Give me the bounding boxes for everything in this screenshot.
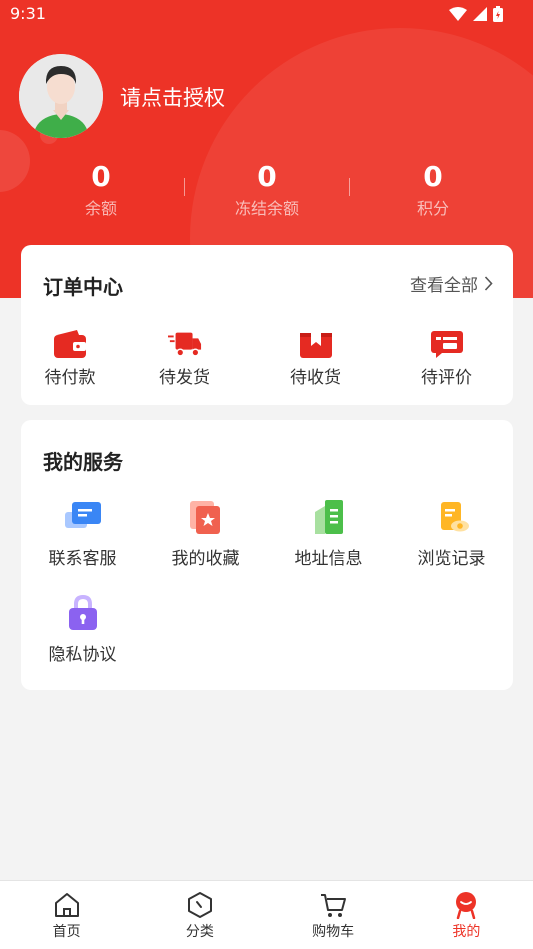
tab-category[interactable]: 分类 xyxy=(133,881,266,949)
service-label: 浏览记录 xyxy=(417,549,486,569)
tab-cart[interactable]: 购物车 xyxy=(267,881,400,949)
address-book-icon xyxy=(314,500,343,534)
signal-icon xyxy=(473,7,487,21)
account-stats: 0 余额 0 冻结余额 0 积分 xyxy=(18,158,516,228)
battery-icon xyxy=(493,6,503,22)
service-my-favorites[interactable]: 我的收藏 xyxy=(144,498,267,569)
my-services-title: 我的服务 xyxy=(43,450,123,474)
stat-balance[interactable]: 0 余额 xyxy=(18,158,184,228)
bottom-tab-bar: 首页 分类 购物车 我的 xyxy=(0,880,533,949)
stat-label: 积分 xyxy=(416,199,449,218)
order-label: 待发货 xyxy=(159,368,210,388)
service-privacy-policy[interactable]: 隐私协议 xyxy=(21,594,144,665)
stat-divider xyxy=(184,178,185,196)
stat-points[interactable]: 0 积分 xyxy=(350,158,516,228)
tab-home[interactable]: 首页 xyxy=(0,881,133,949)
order-center-card: 订单中心 查看全部 待付款 待发货 待收货 待评价 xyxy=(21,245,513,405)
star-favorite-icon xyxy=(189,501,220,534)
chat-bubble-icon xyxy=(64,502,101,528)
order-center-title: 订单中心 xyxy=(43,275,123,299)
view-all-orders-link[interactable]: 查看全部 xyxy=(410,271,493,296)
service-browse-history[interactable]: 浏览记录 xyxy=(390,498,513,569)
tab-label: 购物车 xyxy=(312,924,355,940)
tab-label: 首页 xyxy=(52,924,81,940)
lock-icon xyxy=(68,594,97,630)
delivery-truck-icon xyxy=(167,332,201,357)
login-prompt[interactable]: 请点击授权 xyxy=(120,82,225,112)
my-services-card: 我的服务 联系客服 我的收藏 地址信息 浏览记录 隐私协议 xyxy=(21,420,513,690)
order-status-row: 待付款 待发货 待收货 待评价 xyxy=(21,329,513,388)
order-pending-payment[interactable]: 待付款 xyxy=(21,329,119,388)
order-label: 待收货 xyxy=(290,368,341,388)
order-label: 待评价 xyxy=(421,368,472,388)
stat-value: 0 xyxy=(91,160,111,193)
service-label: 联系客服 xyxy=(48,549,117,569)
view-all-label: 查看全部 xyxy=(410,276,478,296)
package-box-icon xyxy=(299,333,332,358)
order-pending-review[interactable]: 待评价 xyxy=(381,329,512,388)
status-bar: 9:31 xyxy=(0,0,533,30)
avatar[interactable] xyxy=(19,54,103,138)
service-contact-support[interactable]: 联系客服 xyxy=(21,498,144,569)
category-icon xyxy=(187,892,212,918)
stat-value: 0 xyxy=(423,160,443,193)
service-label: 我的收藏 xyxy=(171,549,240,569)
tab-label: 分类 xyxy=(185,924,214,940)
profile-mascot-icon xyxy=(456,892,477,919)
tab-label: 我的 xyxy=(452,924,481,940)
wallet-icon xyxy=(54,330,86,358)
history-eye-icon xyxy=(440,502,469,532)
stat-frozen-balance[interactable]: 0 冻结余额 xyxy=(184,158,350,228)
service-label: 隐私协议 xyxy=(48,645,117,665)
stat-value: 0 xyxy=(257,160,277,193)
wifi-icon xyxy=(449,7,467,21)
stat-label: 余额 xyxy=(84,199,117,218)
status-time: 9:31 xyxy=(10,4,46,23)
chevron-right-icon xyxy=(484,276,493,291)
order-pending-receipt[interactable]: 待收货 xyxy=(250,329,381,388)
status-icons xyxy=(449,6,503,22)
cart-icon xyxy=(321,894,347,917)
review-message-icon xyxy=(430,331,463,358)
stat-label: 冻结余额 xyxy=(234,199,299,218)
tab-mine[interactable]: 我的 xyxy=(400,881,533,949)
service-address-info[interactable]: 地址信息 xyxy=(267,498,390,569)
order-label: 待付款 xyxy=(44,368,96,388)
default-avatar-icon xyxy=(19,54,103,138)
order-pending-shipment[interactable]: 待发货 xyxy=(119,329,250,388)
service-label: 地址信息 xyxy=(294,549,363,569)
home-icon xyxy=(54,893,79,917)
